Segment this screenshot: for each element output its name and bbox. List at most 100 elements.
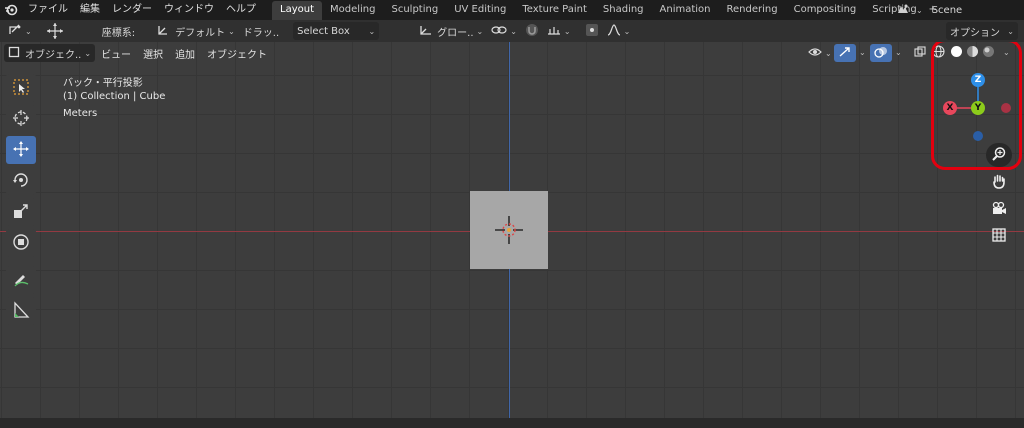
cursor-tool[interactable] <box>6 105 36 133</box>
orientation-icon <box>157 24 169 39</box>
proportional-edit-toggle[interactable] <box>581 22 603 40</box>
select-mode-dropdown[interactable]: Select Box ⌄ <box>293 22 380 40</box>
snap-target-dropdown[interactable]: ⌄ <box>543 22 575 40</box>
viewport-header: オブジェク.. ⌄ ビュー 選択 追加 オブジェクト ⌄ ⌄ ⌄ ⌄ <box>0 42 1024 64</box>
options-label: オプション <box>950 27 1000 39</box>
snap-increment-icon <box>547 24 561 39</box>
chevron-down-icon: ⌄ <box>84 48 92 58</box>
menu-add[interactable]: 追加 <box>169 44 201 62</box>
move-arrows-icon <box>12 140 30 161</box>
snapping-dropdown[interactable]: ⌄ <box>487 22 521 40</box>
rotate-icon <box>12 171 30 192</box>
orientation-label: 座標系: <box>101 27 136 39</box>
select-mode-value: Select Box <box>297 25 350 37</box>
camera-view-button[interactable] <box>986 197 1012 221</box>
object-origin-cursor-icon <box>493 214 525 249</box>
transform-pivot-dropdown[interactable]: ⌄ <box>4 22 36 40</box>
status-bar <box>0 418 1024 428</box>
pan-button[interactable] <box>986 170 1012 194</box>
tab-uv-editing[interactable]: UV Editing <box>446 1 514 20</box>
move-tool[interactable] <box>6 136 36 164</box>
magnet-icon <box>525 23 539 40</box>
chevron-down-icon: ⌄ <box>1007 26 1014 36</box>
gizmo-toggle[interactable] <box>834 44 856 62</box>
scale-tool[interactable] <box>6 198 36 226</box>
menu-render[interactable]: レンダー <box>106 0 158 20</box>
zoom-magnifier-icon <box>991 146 1007 165</box>
view-name-label: バック・平行投影 <box>63 78 143 89</box>
camera-icon <box>991 200 1007 219</box>
snap-toggle[interactable] <box>521 22 543 40</box>
options-dropdown[interactable]: オプション ⌄ <box>946 22 1018 40</box>
gizmo-arrow-icon <box>838 46 852 61</box>
hand-icon <box>991 173 1007 192</box>
move-tool-icon[interactable] <box>42 22 68 40</box>
tab-layout[interactable]: Layout <box>272 1 322 20</box>
workspace-tabs: Layout Modeling Sculpting UV Editing Tex… <box>272 1 941 20</box>
blender-logo-icon[interactable] <box>0 0 22 20</box>
tab-animation[interactable]: Animation <box>652 1 719 20</box>
menu-select[interactable]: 選択 <box>137 44 169 62</box>
tab-rendering[interactable]: Rendering <box>719 1 786 20</box>
mode-value: オブジェク.. <box>25 49 82 61</box>
3d-viewport[interactable]: オブジェク.. ⌄ ビュー 選択 追加 オブジェクト ⌄ ⌄ ⌄ ⌄ バック・平… <box>0 42 1024 418</box>
ortho-toggle-button[interactable] <box>986 224 1012 248</box>
menu-file[interactable]: ファイル <box>22 0 74 20</box>
scene-name: Scene <box>931 4 963 16</box>
chevron-down-icon: ⌄ <box>825 48 832 58</box>
menu-edit[interactable]: 編集 <box>74 0 106 20</box>
tab-modeling[interactable]: Modeling <box>322 1 384 20</box>
link-icon <box>491 24 507 39</box>
xray-toggle[interactable] <box>910 44 930 62</box>
falloff-curve-icon <box>607 23 621 39</box>
menu-object[interactable]: オブジェクト <box>201 44 273 62</box>
menu-view[interactable]: ビュー <box>95 44 137 62</box>
transform-tool[interactable] <box>6 229 36 257</box>
menu-window[interactable]: ウィンドウ <box>158 0 220 20</box>
chevron-down-icon: ⌄ <box>368 26 376 36</box>
zoom-button[interactable] <box>986 143 1012 167</box>
transform-orientation-dropdown[interactable]: グロー.. ⌄ <box>415 22 487 40</box>
overlays-options-chevron-icon[interactable]: ⌄ <box>895 48 902 57</box>
visibility-dropdown[interactable]: ⌄ <box>804 44 836 62</box>
scene-selector[interactable]: ⌄ Scene <box>896 1 1024 19</box>
annotate-tool[interactable] <box>6 266 36 294</box>
left-toolbar <box>6 74 38 328</box>
tab-compositing[interactable]: Compositing <box>786 1 865 20</box>
orientation-value: デフォルト <box>175 27 226 39</box>
overlays-toggle[interactable] <box>870 44 892 62</box>
axes-icon <box>419 24 433 39</box>
annotate-pencil-icon <box>12 270 30 291</box>
orientation-global-value: グロー.. <box>437 27 474 39</box>
menu-help[interactable]: ヘルプ <box>220 0 262 20</box>
collection-label: (1) Collection | Cube <box>63 91 166 102</box>
transform-icon <box>8 24 22 39</box>
chevron-down-icon: ⌄ <box>228 26 235 36</box>
scale-icon <box>12 202 30 223</box>
interaction-mode-dropdown[interactable]: オブジェク.. ⌄ <box>4 44 96 62</box>
top-menu-bar: ファイル 編集 レンダー ウィンドウ ヘルプ Layout Modeling S… <box>0 0 1024 20</box>
grid-icon <box>991 227 1007 246</box>
chevron-down-icon: ⌄ <box>623 26 631 36</box>
gizmo-options-chevron-icon[interactable]: ⌄ <box>859 48 866 57</box>
rotate-tool[interactable] <box>6 167 36 195</box>
measure-tool[interactable] <box>6 297 36 325</box>
tab-shading[interactable]: Shading <box>595 1 652 20</box>
units-label: Meters <box>63 108 98 119</box>
eye-icon <box>808 46 822 61</box>
overlays-icon <box>874 46 888 61</box>
drag-dropdown[interactable]: ドラッ.. <box>239 22 283 40</box>
object-mode-icon <box>8 46 20 61</box>
select-box-tool[interactable] <box>6 74 36 102</box>
view-navigation-buttons <box>986 143 1012 251</box>
chevron-down-icon: ⌄ <box>476 26 484 36</box>
falloff-dropdown[interactable]: ⌄ <box>603 22 635 40</box>
tab-sculpting[interactable]: Sculpting <box>384 1 447 20</box>
scene-icon <box>896 3 910 18</box>
measure-ruler-icon <box>12 300 30 322</box>
tab-texture-paint[interactable]: Texture Paint <box>514 1 595 20</box>
transform-gizmo-icon <box>12 233 30 254</box>
cursor-crosshair-icon <box>12 109 30 130</box>
chevron-down-icon: ⌄ <box>510 26 517 36</box>
orientation-dropdown[interactable]: デフォルト ⌄ <box>153 22 239 40</box>
